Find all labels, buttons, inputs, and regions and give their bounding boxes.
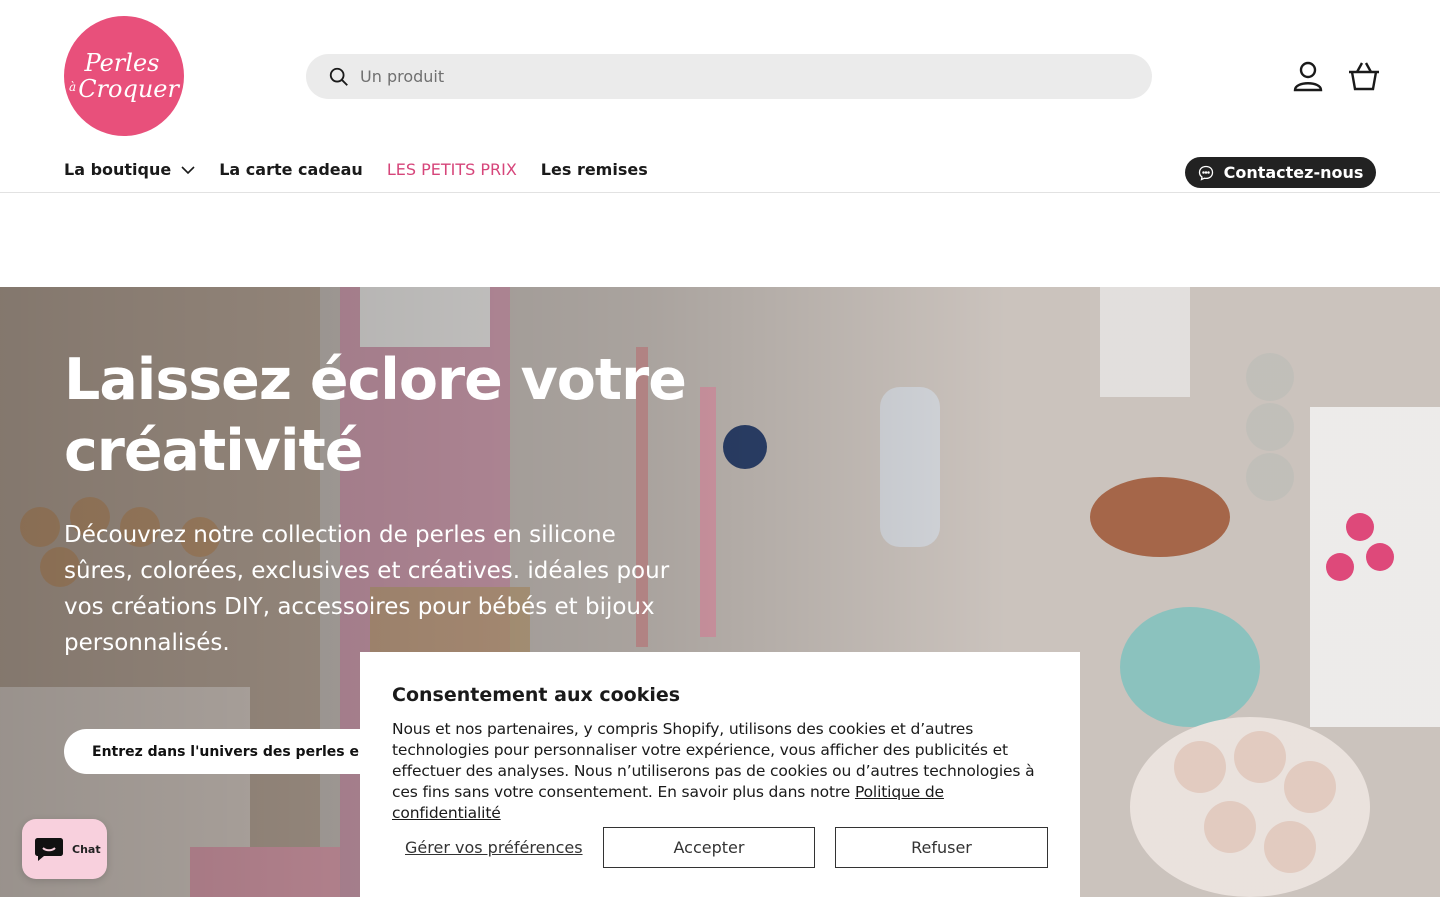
account-button[interactable]: [1290, 58, 1326, 94]
site-header: Perles àCroquer La boutique La carte c: [0, 0, 1440, 193]
accept-button[interactable]: Accepter: [603, 827, 815, 868]
contact-label: Contactez-nous: [1223, 163, 1364, 182]
search-bar[interactable]: [306, 54, 1152, 99]
manage-preferences-button[interactable]: Gérer vos préférences: [405, 827, 583, 868]
nav-item-gift-card[interactable]: La carte cadeau: [219, 160, 363, 179]
chat-widget-button[interactable]: Chat: [22, 819, 107, 879]
logo-text-small: à: [69, 80, 77, 94]
page: Perles àCroquer La boutique La carte c: [0, 0, 1440, 900]
cart-button[interactable]: [1346, 58, 1382, 94]
search-input[interactable]: [360, 56, 1120, 97]
hero-subtitle: Découvrez notre collection de perles en …: [64, 522, 670, 656]
hero-title-line1: Laissez éclore votre: [64, 347, 687, 413]
chat-bubble-icon: [35, 838, 63, 861]
logo-text-line2: àCroquer: [69, 77, 179, 101]
nav-item-boutique[interactable]: La boutique: [64, 160, 195, 179]
chat-icon: [1198, 165, 1213, 181]
hero-cta-button[interactable]: Entrez dans l'univers des perles en sili…: [64, 729, 394, 774]
logo-text-main: Croquer: [78, 75, 179, 103]
hero-title: Laissez éclore votre créativité: [64, 345, 704, 487]
main-nav: La boutique La carte cadeau LES PETITS P…: [64, 160, 672, 179]
nav-item-discounts[interactable]: Les remises: [541, 160, 648, 179]
contact-button[interactable]: Contactez-nous: [1185, 157, 1376, 188]
logo[interactable]: Perles àCroquer: [64, 16, 184, 136]
user-icon: [1293, 61, 1323, 92]
chevron-down-icon: [181, 165, 195, 174]
refuse-button[interactable]: Refuser: [835, 827, 1048, 868]
search-icon[interactable]: [328, 66, 350, 88]
cookie-consent-dialog: Consentement aux cookies Nous et nos par…: [360, 652, 1080, 900]
nav-label-boutique: La boutique: [64, 160, 172, 179]
cookie-title: Consentement aux cookies: [392, 684, 681, 706]
hero-title-line2: créativité: [64, 418, 363, 484]
chat-label: Chat: [72, 842, 101, 856]
cookie-text: Nous et nos partenaires, y compris Shopi…: [392, 719, 1048, 824]
basket-icon: [1349, 62, 1379, 91]
logo-text-line1: Perles: [84, 49, 160, 77]
cookie-actions: Gérer vos préférences Accepter Refuser: [392, 827, 1048, 868]
nav-item-small-prices[interactable]: LES PETITS PRIX: [387, 160, 517, 179]
